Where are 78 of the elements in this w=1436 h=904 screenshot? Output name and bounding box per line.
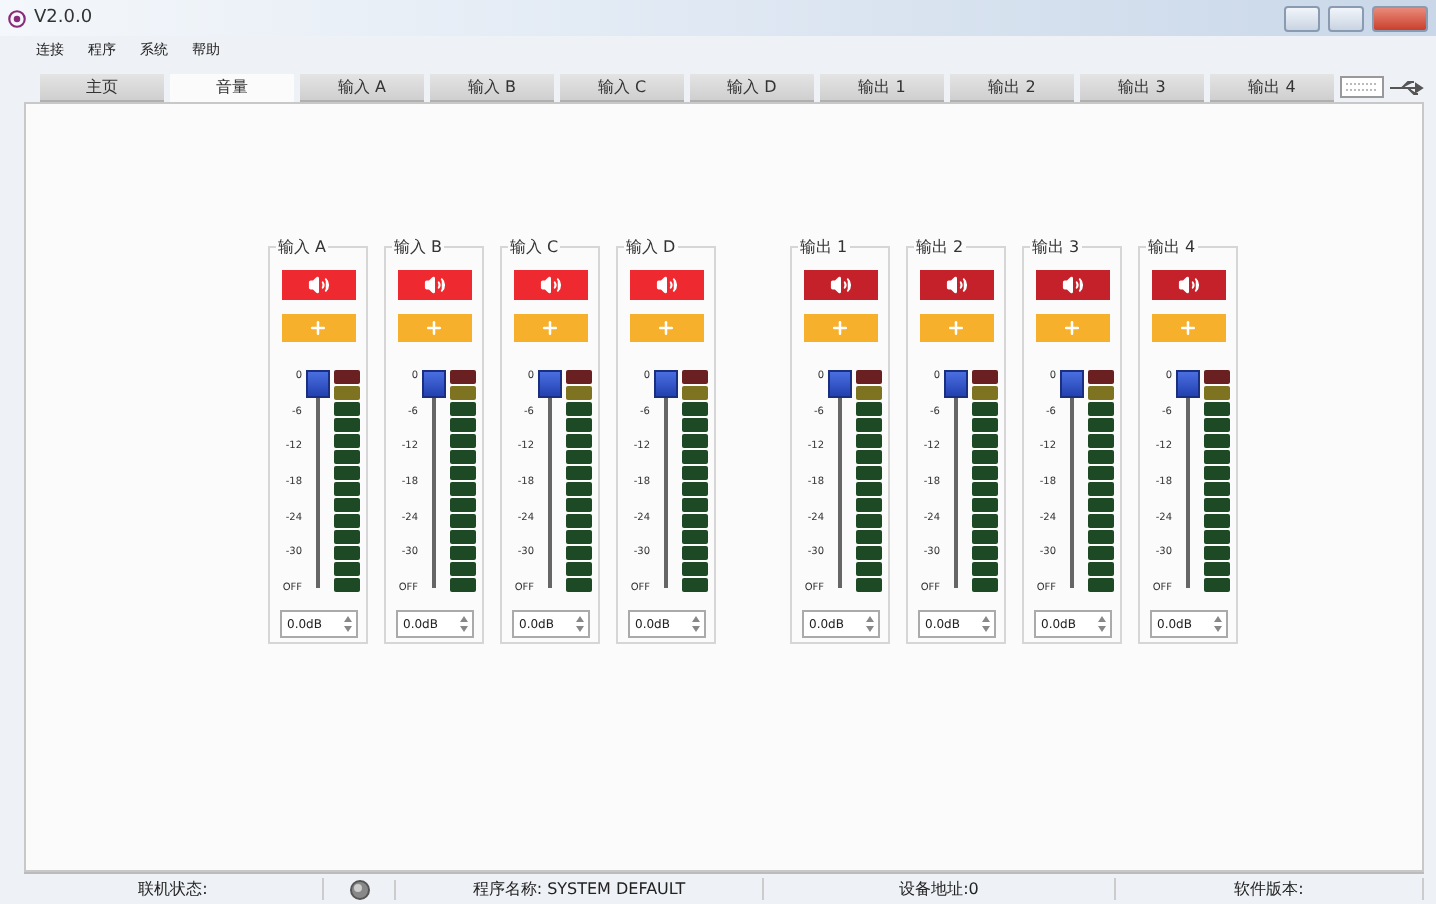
channel-name: 输入 B <box>392 236 445 258</box>
channel-name: 输出 3 <box>1030 236 1082 258</box>
version-label: 软件版本: <box>1116 878 1424 900</box>
plus-icon <box>946 318 966 338</box>
plus-icon <box>656 318 676 338</box>
tab[interactable]: 输入 A <box>300 73 424 101</box>
fader-thumb[interactable] <box>944 370 968 398</box>
add-button[interactable] <box>281 314 355 342</box>
mute-button[interactable] <box>629 270 703 300</box>
mute-button[interactable] <box>513 270 587 300</box>
spinner-icon <box>863 614 875 634</box>
tab[interactable]: 音量 <box>170 73 294 101</box>
status-indicator-icon <box>349 879 369 899</box>
channel-name: 输出 4 <box>1146 236 1198 258</box>
plus-icon <box>830 318 850 338</box>
app-icon <box>8 9 26 27</box>
tab[interactable]: 输出 3 <box>1080 73 1204 101</box>
minimize-button[interactable] <box>1284 5 1320 31</box>
speaker-icon <box>1061 274 1083 296</box>
spinner-icon <box>1211 614 1223 634</box>
mute-button[interactable] <box>1151 270 1225 300</box>
plus-icon <box>424 318 444 338</box>
spinner-icon <box>979 614 991 634</box>
spinner-icon <box>689 614 701 634</box>
tab[interactable]: 主页 <box>40 73 164 101</box>
maximize-button[interactable] <box>1328 5 1364 31</box>
channel-name: 输入 A <box>276 236 329 258</box>
program-name: 程序名称: SYSTEM DEFAULT <box>396 878 764 900</box>
speaker-icon <box>1177 274 1199 296</box>
tab[interactable]: 输出 4 <box>1210 73 1334 101</box>
add-button[interactable] <box>1151 314 1225 342</box>
speaker-icon <box>423 274 445 296</box>
add-button[interactable] <box>629 314 703 342</box>
tab[interactable]: 输入 D <box>690 73 814 101</box>
add-button[interactable] <box>803 314 877 342</box>
close-button[interactable] <box>1372 5 1428 31</box>
fader-thumb[interactable] <box>1060 370 1084 398</box>
fader-thumb[interactable] <box>422 370 446 398</box>
mute-button[interactable] <box>803 270 877 300</box>
tab[interactable]: 输出 1 <box>820 73 944 101</box>
tab[interactable]: 输出 2 <box>950 73 1074 101</box>
plus-icon <box>308 318 328 338</box>
window-title: V2.0.0 <box>34 8 95 28</box>
spinner-icon <box>457 614 469 634</box>
spinner-icon <box>341 614 353 634</box>
keyboard-icon <box>1340 76 1384 98</box>
device-address: 设备地址:0 <box>764 878 1116 900</box>
add-button[interactable] <box>513 314 587 342</box>
fader-thumb[interactable] <box>654 370 678 398</box>
fader-thumb[interactable] <box>306 370 330 398</box>
speaker-icon <box>307 274 329 296</box>
add-button[interactable] <box>397 314 471 342</box>
tab[interactable]: 输入 C <box>560 73 684 101</box>
channel-name: 输入 D <box>624 236 678 258</box>
add-button[interactable] <box>1035 314 1109 342</box>
usb-icon <box>1390 77 1426 97</box>
speaker-icon <box>829 274 851 296</box>
mute-button[interactable] <box>919 270 993 300</box>
fader-thumb[interactable] <box>538 370 562 398</box>
plus-icon <box>1062 318 1082 338</box>
plus-icon <box>540 318 560 338</box>
mute-button[interactable] <box>1035 270 1109 300</box>
spinner-icon <box>573 614 585 634</box>
fader-thumb[interactable] <box>828 370 852 398</box>
channel-name: 输入 C <box>508 236 561 258</box>
mute-button[interactable] <box>397 270 471 300</box>
add-button[interactable] <box>919 314 993 342</box>
speaker-icon <box>539 274 561 296</box>
plus-icon <box>1178 318 1198 338</box>
channel-name: 输出 1 <box>798 236 850 258</box>
spinner-icon <box>1095 614 1107 634</box>
fader-thumb[interactable] <box>1176 370 1200 398</box>
connection-label: 联机状态: <box>24 878 324 900</box>
tab[interactable]: 输入 B <box>430 73 554 101</box>
speaker-icon <box>655 274 677 296</box>
channel-name: 输出 2 <box>914 236 966 258</box>
mute-button[interactable] <box>281 270 355 300</box>
speaker-icon <box>945 274 967 296</box>
